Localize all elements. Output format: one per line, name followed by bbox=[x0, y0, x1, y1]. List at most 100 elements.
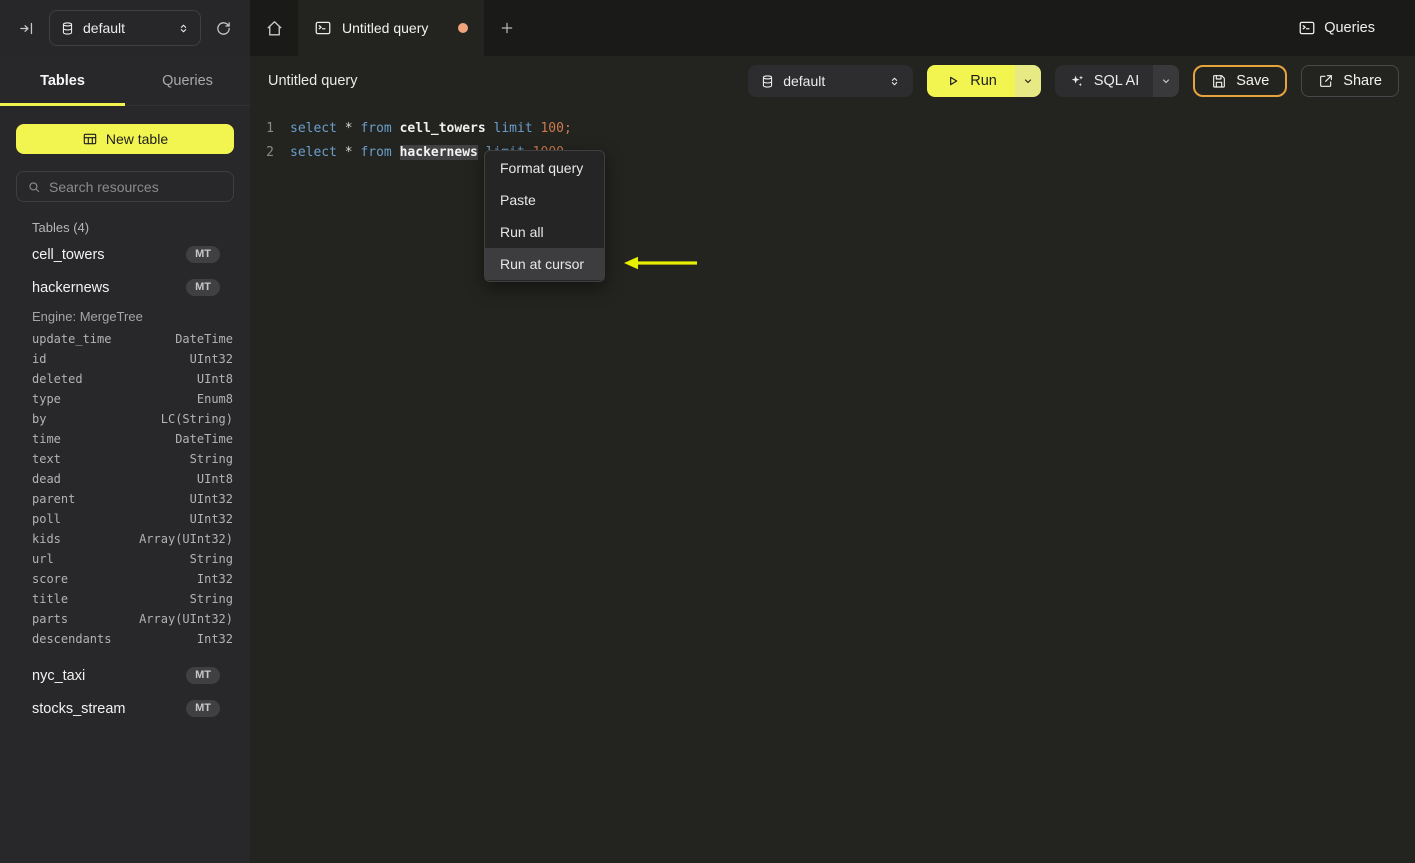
sidebar-tab-tables[interactable]: Tables bbox=[0, 56, 125, 106]
refresh-button[interactable] bbox=[211, 16, 236, 41]
code-token: 100; bbox=[540, 120, 572, 136]
sql-ai-split-button: SQL AI bbox=[1054, 65, 1180, 97]
sidebar-tab-queries[interactable]: Queries bbox=[125, 56, 250, 105]
column-row: poll UInt32 bbox=[0, 509, 250, 529]
line-number: 2 bbox=[266, 144, 274, 160]
sql-console-app: default Untitled query Queries Tables Qu… bbox=[0, 0, 1415, 863]
column-type: String bbox=[189, 452, 233, 466]
home-button[interactable] bbox=[250, 0, 298, 56]
column-type: Array(UInt32) bbox=[139, 612, 233, 626]
column-name: score bbox=[32, 572, 69, 586]
line-number: 1 bbox=[266, 120, 274, 136]
save-button-label: Save bbox=[1236, 73, 1270, 89]
sql-ai-button-label: SQL AI bbox=[1093, 73, 1140, 89]
sidebar-tab-tables-label: Tables bbox=[40, 72, 85, 89]
engine-badge: MT bbox=[186, 700, 220, 717]
new-tab-button[interactable] bbox=[484, 0, 530, 56]
menu-item-run-at-cursor[interactable]: Run at cursor bbox=[485, 248, 604, 280]
database-selector-value: default bbox=[83, 20, 126, 36]
column-type: UInt8 bbox=[196, 472, 233, 486]
tab-untitled-query[interactable]: Untitled query bbox=[298, 0, 484, 56]
column-type: UInt32 bbox=[189, 492, 233, 506]
sql-editor[interactable]: 1 select * from cell_towers limit 100; 2s… bbox=[250, 106, 1415, 863]
column-type: Enum8 bbox=[196, 392, 233, 406]
annotation-arrow-left-icon bbox=[624, 255, 698, 271]
menu-item-paste[interactable]: Paste bbox=[485, 184, 604, 216]
code-token: * bbox=[336, 120, 361, 136]
column-type: Int32 bbox=[196, 632, 233, 646]
column-row: update_time DateTime bbox=[0, 329, 250, 349]
panel-collapse-icon bbox=[18, 20, 35, 37]
new-table-button[interactable]: New table bbox=[16, 124, 234, 154]
query-header: Untitled query default Run SQL AI Save S… bbox=[250, 56, 1415, 106]
run-button[interactable]: Run bbox=[927, 65, 1015, 97]
home-icon bbox=[265, 19, 284, 38]
column-row: parent UInt32 bbox=[0, 489, 250, 509]
code-token: from bbox=[360, 144, 392, 160]
menu-item-run-all[interactable]: Run all bbox=[485, 216, 604, 248]
table-row-nyc-taxi[interactable]: nyc_taxi MT bbox=[0, 659, 250, 692]
column-name: deleted bbox=[32, 372, 83, 386]
column-row: descendants Int32 bbox=[0, 629, 250, 649]
column-name: id bbox=[32, 352, 47, 366]
code-line-2[interactable]: 2select * from hackernews limit 1000 bbox=[250, 140, 1415, 164]
column-row: by LC(String) bbox=[0, 409, 250, 429]
table-name: stocks_stream bbox=[32, 700, 126, 717]
column-row: id UInt32 bbox=[0, 349, 250, 369]
code-line-1[interactable]: 1 select * from cell_towers limit 100; bbox=[250, 116, 1415, 140]
table-list: cell_towers MT hackernews MT Engine: Mer… bbox=[0, 238, 250, 863]
column-name: url bbox=[32, 552, 54, 566]
table-row-cell-towers[interactable]: cell_towers MT bbox=[0, 238, 250, 271]
database-selector[interactable]: default bbox=[49, 10, 201, 46]
terminal-icon bbox=[314, 19, 332, 37]
queries-button[interactable]: Queries bbox=[1288, 0, 1415, 56]
column-row: score Int32 bbox=[0, 569, 250, 589]
collapse-sidebar-button[interactable] bbox=[14, 16, 39, 41]
column-name: time bbox=[32, 432, 61, 446]
table-name: nyc_taxi bbox=[32, 667, 86, 684]
table-row-stocks-stream[interactable]: stocks_stream MT bbox=[0, 692, 250, 725]
column-row: text String bbox=[0, 449, 250, 469]
menu-item-format-query[interactable]: Format query bbox=[485, 152, 604, 184]
tab-strip: Untitled query Queries bbox=[250, 0, 1415, 56]
plus-icon bbox=[499, 20, 515, 36]
column-type: UInt32 bbox=[189, 512, 233, 526]
search-box bbox=[16, 171, 234, 202]
sparkles-icon bbox=[1069, 73, 1085, 89]
column-name: text bbox=[32, 452, 61, 466]
engine-badge: MT bbox=[186, 279, 220, 296]
main-panel: Untitled query default Run SQL AI Save S… bbox=[250, 56, 1415, 863]
table-name: cell_towers bbox=[32, 246, 105, 263]
table-row-hackernews[interactable]: hackernews MT bbox=[0, 271, 250, 304]
unsaved-indicator-dot bbox=[458, 23, 468, 33]
new-table-button-label: New table bbox=[105, 131, 169, 147]
queries-button-label: Queries bbox=[1324, 20, 1375, 36]
column-row: kids Array(UInt32) bbox=[0, 529, 250, 549]
top-bar-spacer bbox=[530, 0, 1288, 56]
sql-ai-options-caret[interactable] bbox=[1153, 65, 1180, 97]
sidebar: Tables Queries New table Tables (4) bbox=[0, 56, 250, 863]
column-row: time DateTime bbox=[0, 429, 250, 449]
column-name: by bbox=[32, 412, 47, 426]
save-button[interactable]: Save bbox=[1193, 65, 1288, 97]
search-icon bbox=[27, 180, 41, 194]
column-name: parent bbox=[32, 492, 76, 506]
share-button[interactable]: Share bbox=[1301, 65, 1399, 97]
editor-context-menu: Format query Paste Run all Run at cursor bbox=[484, 150, 605, 282]
header-database-selector[interactable]: default bbox=[748, 65, 914, 97]
run-button-label: Run bbox=[970, 73, 997, 89]
sql-ai-button[interactable]: SQL AI bbox=[1054, 65, 1154, 97]
run-options-caret[interactable] bbox=[1014, 65, 1041, 97]
engine-badge: MT bbox=[186, 246, 220, 263]
share-button-label: Share bbox=[1343, 73, 1382, 89]
column-name: poll bbox=[32, 512, 61, 526]
refresh-icon bbox=[215, 20, 232, 37]
sidebar-tab-queries-label: Queries bbox=[162, 72, 213, 89]
column-row: deleted UInt8 bbox=[0, 369, 250, 389]
table-icon bbox=[82, 131, 98, 147]
run-split-button: Run bbox=[927, 65, 1041, 97]
search-input[interactable] bbox=[49, 178, 223, 195]
